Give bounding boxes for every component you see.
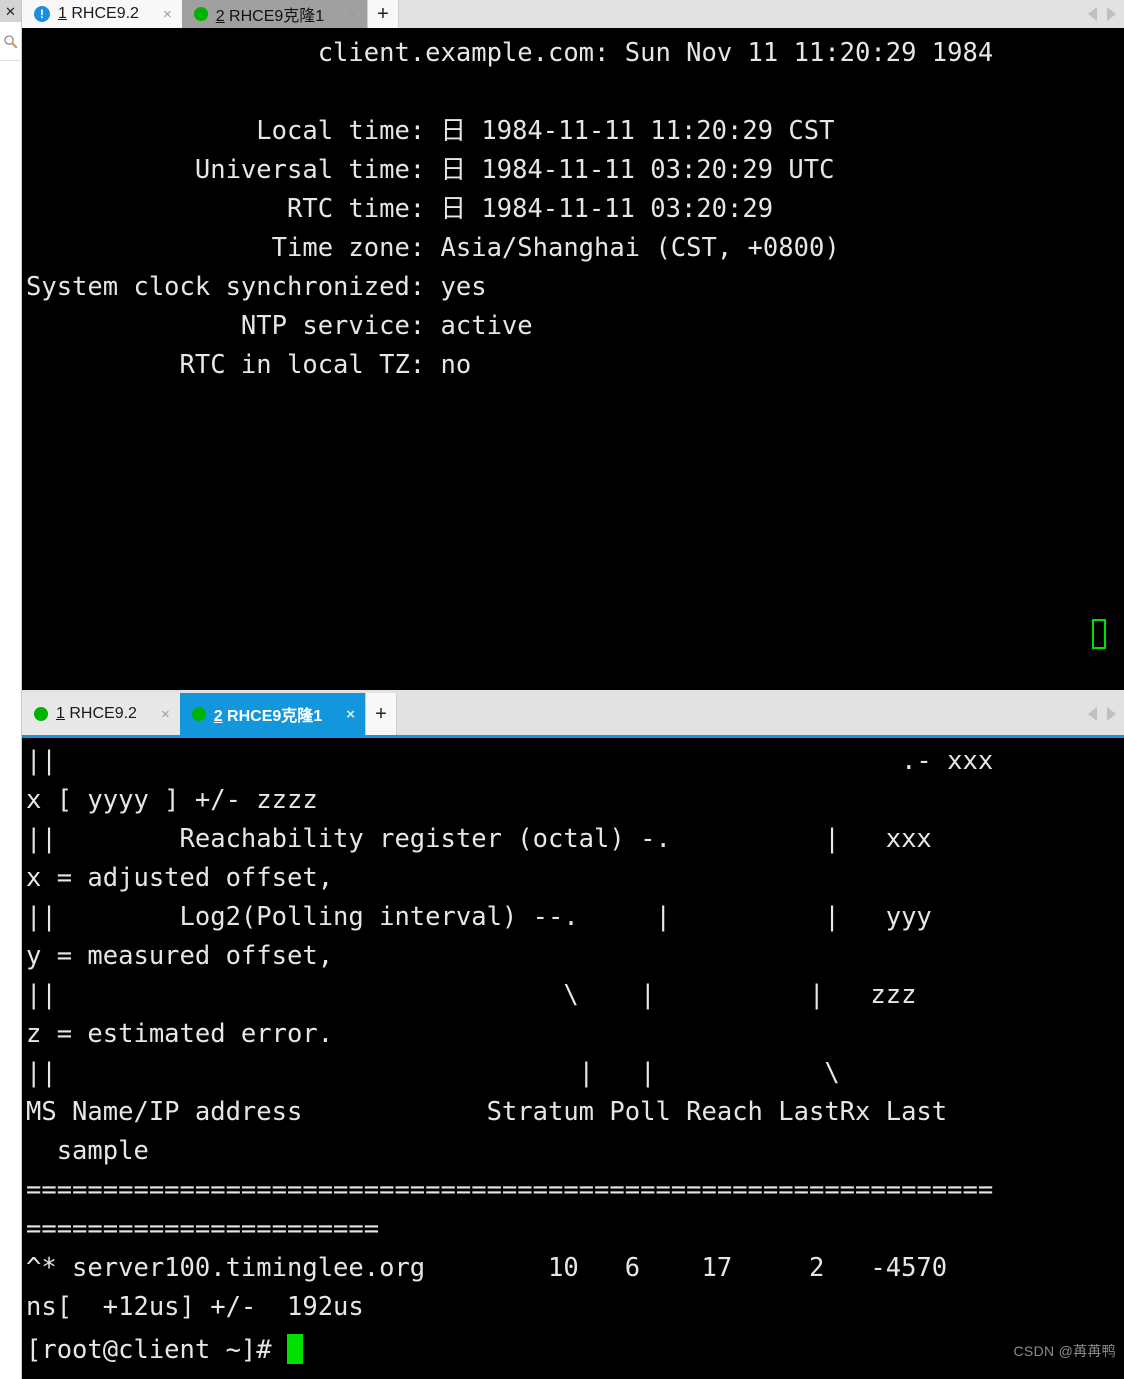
tabbar-filler	[398, 0, 1088, 28]
left-sidebar-rail: ✕	[0, 0, 22, 1379]
tabbar-scroll-controls	[1088, 693, 1124, 735]
watermark-text: CSDN @苒苒鸭	[1013, 1343, 1116, 1359]
close-icon[interactable]: ×	[161, 707, 170, 722]
scroll-right-arrow-icon[interactable]	[1107, 7, 1116, 21]
close-icon[interactable]: ✕	[0, 0, 21, 22]
scroll-left-arrow-icon[interactable]	[1088, 7, 1097, 21]
shell-prompt: [root@client ~]#	[26, 1335, 287, 1365]
bottom-terminal-output: || .- xxx x [ yyyy ] +/- zzzz || Reachab…	[26, 746, 994, 1322]
green-dot-icon	[193, 7, 208, 21]
tab-label: 2 RHCE9克隆1	[215, 8, 325, 25]
tab-label: 1 RHCE9.2	[58, 5, 139, 22]
tabbar-filler	[396, 693, 1088, 735]
close-icon[interactable]: ×	[163, 7, 172, 22]
new-tab-button[interactable]: +	[364, 693, 397, 735]
tab-rhce9-clone1-bottom[interactable]: 2 RHCE9克隆1 ×	[179, 693, 365, 735]
green-dot-icon	[191, 707, 206, 721]
search-icon[interactable]	[0, 23, 21, 61]
new-tab-button[interactable]: +	[366, 0, 399, 28]
green-dot-icon	[34, 707, 48, 721]
info-exclamation-icon: !	[34, 6, 50, 22]
bottom-terminal-prompt-line: [root@client ~]#	[22, 1327, 1124, 1370]
bottom-window-tabbar: 1 RHCE9.2 × 2 RHCE9克隆1 × +	[22, 693, 1124, 735]
scroll-right-arrow-icon[interactable]	[1107, 707, 1116, 721]
top-terminal[interactable]: client.example.com: Sun Nov 11 11:20:29 …	[22, 28, 1124, 690]
top-window-tabbar: ! 1 RHCE9.2 × 2 RHCE9克隆1 × +	[22, 0, 1124, 28]
close-icon[interactable]: ×	[348, 7, 357, 22]
tab-rhce9-clone1-top[interactable]: 2 RHCE9克隆1 ×	[181, 0, 367, 28]
terminal-cursor	[287, 1334, 303, 1364]
close-icon[interactable]: ×	[346, 707, 355, 722]
bottom-terminal[interactable]: || .- xxx x [ yyyy ] +/- zzzz || Reachab…	[22, 735, 1124, 1379]
top-terminal-output: client.example.com: Sun Nov 11 11:20:29 …	[26, 38, 994, 380]
top-terminal-cursor	[1092, 616, 1106, 655]
screenshot-root: ✕ ! 1 RHCE9.2 × 2 RHCE9克隆1 × + client.ex…	[0, 0, 1124, 1379]
scroll-left-arrow-icon[interactable]	[1088, 707, 1097, 721]
tab-label: 2 RHCE9克隆1	[213, 708, 323, 725]
tab-rhce9-2-bottom[interactable]: 1 RHCE9.2 ×	[22, 693, 180, 735]
tab-label: 1 RHCE9.2	[56, 705, 137, 722]
tabbar-scroll-controls	[1088, 0, 1124, 28]
tab-rhce9-2-top[interactable]: ! 1 RHCE9.2 ×	[22, 0, 182, 28]
